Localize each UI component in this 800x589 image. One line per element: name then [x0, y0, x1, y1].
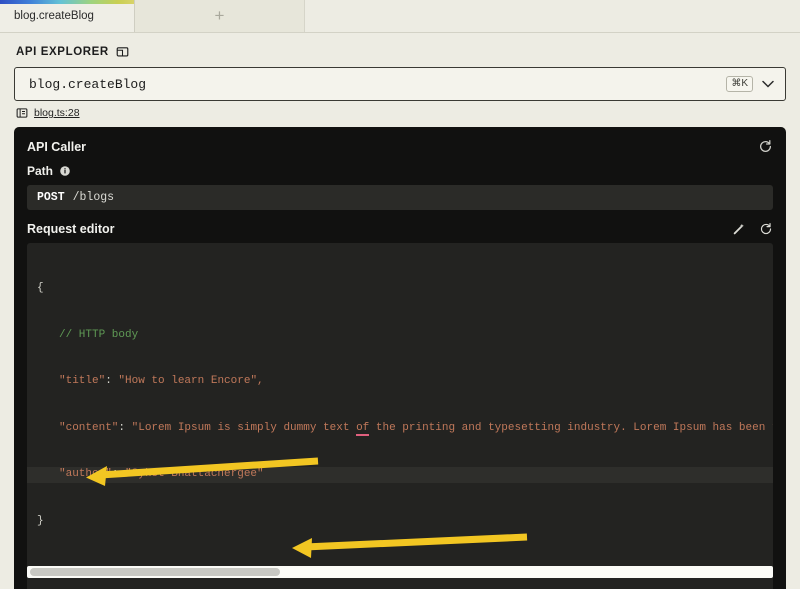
editor-line-open-brace: {	[37, 282, 44, 294]
reset-icon[interactable]	[758, 139, 773, 154]
spellcheck-underline: of	[356, 421, 370, 436]
editor-horizontal-scrollbar[interactable]	[27, 566, 773, 578]
page-content: API EXPLORER blog.createBlog ⌘K blog.ts:…	[0, 33, 800, 589]
http-method: POST	[37, 191, 65, 204]
tab-accent-gradient	[0, 0, 134, 4]
request-editor[interactable]: { // HTTP body "title": "How to learn En…	[27, 243, 773, 589]
tab-blog-createblog[interactable]: blog.createBlog	[0, 0, 135, 32]
editor-line-close-brace: }	[37, 514, 44, 527]
page-title: API EXPLORER	[16, 45, 109, 58]
source-link[interactable]: blog.ts:28	[14, 101, 786, 127]
chevron-down-icon[interactable]	[762, 78, 774, 90]
reset-icon[interactable]	[759, 222, 773, 236]
plus-icon: +	[214, 5, 225, 25]
editor-line-title: "title": "How to learn Encore",	[59, 375, 264, 387]
path-value: /blogs	[72, 191, 115, 204]
path-label-row: Path	[27, 164, 773, 178]
path-input[interactable]: POST /blogs	[27, 185, 773, 210]
tab-bar-empty-space	[305, 0, 800, 32]
request-editor-actions	[732, 222, 773, 236]
api-explorer-header: API EXPLORER	[14, 33, 786, 67]
editor-file-icon	[16, 107, 28, 119]
endpoint-selector[interactable]: blog.createBlog ⌘K	[14, 67, 786, 101]
editor-line-author: "author": "Syket Bhattachergee"	[27, 467, 773, 483]
request-editor-title: Request editor	[27, 222, 115, 236]
api-caller-header: API Caller	[27, 139, 773, 154]
tab-label: blog.createBlog	[14, 10, 94, 22]
path-label: Path	[27, 164, 54, 178]
endpoint-selector-value: blog.createBlog	[29, 76, 147, 92]
api-caller-title: API Caller	[27, 139, 87, 154]
info-icon[interactable]	[59, 165, 71, 177]
tab-bar: blog.createBlog +	[0, 0, 800, 32]
api-caller-panel: API Caller Path POST /blogs Request edit…	[14, 127, 786, 589]
content-value-with-spellcheck: "Lorem Ipsum is simply dummy text of the…	[131, 421, 773, 436]
magic-wand-icon[interactable]	[732, 222, 746, 236]
editor-line-content: "content": "Lorem Ipsum is simply dummy …	[27, 421, 773, 437]
editor-line-comment: // HTTP body	[59, 328, 139, 341]
scrollbar-thumb[interactable]	[30, 568, 280, 576]
shortcut-badge: ⌘K	[726, 76, 753, 92]
panel-icon[interactable]	[116, 45, 129, 58]
source-link-label: blog.ts:28	[34, 107, 80, 119]
request-editor-header: Request editor	[27, 222, 773, 236]
new-tab-button[interactable]: +	[135, 0, 305, 32]
